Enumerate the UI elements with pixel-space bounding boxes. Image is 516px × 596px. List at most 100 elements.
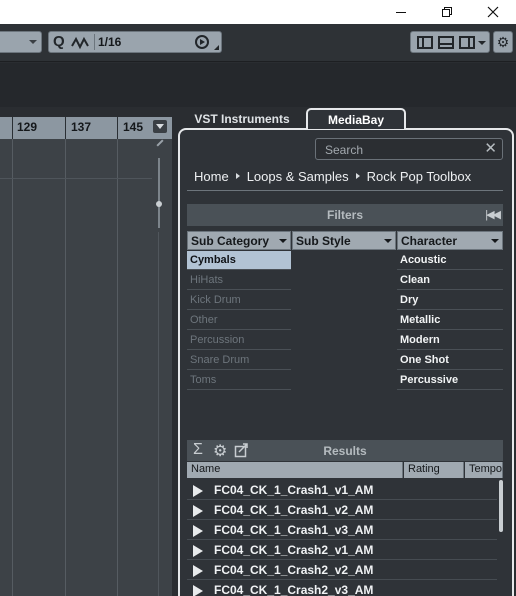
result-name: FC04_CK_1_Crash1_v1_AM xyxy=(214,483,374,497)
quantize-value[interactable]: 1/16 xyxy=(98,35,121,49)
search-field[interactable]: Search ✕ xyxy=(315,138,503,160)
filter-column-character[interactable]: Character xyxy=(397,231,503,250)
filters-title: Filters xyxy=(326,208,363,222)
track-divider xyxy=(0,178,152,179)
column-label: Rating xyxy=(408,463,440,475)
filter-item[interactable]: Acoustic xyxy=(397,251,503,270)
result-name: FC04_CK_1_Crash2_v3_AM xyxy=(214,583,374,596)
play-icon[interactable] xyxy=(193,525,203,537)
window-titlebar xyxy=(0,0,516,24)
corner-menu-icon[interactable] xyxy=(214,45,219,50)
filter-item[interactable]: Clean xyxy=(397,271,503,290)
chevron-down-icon xyxy=(29,40,37,44)
close-icon xyxy=(487,6,499,18)
play-icon[interactable] xyxy=(193,565,203,577)
filter-column-sub-style[interactable]: Sub Style xyxy=(292,231,396,250)
filter-item[interactable]: Toms xyxy=(187,371,291,390)
filter-item[interactable]: Percussive xyxy=(397,371,503,390)
clear-search-icon[interactable]: ✕ xyxy=(484,141,497,156)
play-icon[interactable] xyxy=(193,505,203,517)
ruler-tick xyxy=(65,117,66,139)
filter-item[interactable]: Percussion xyxy=(187,331,291,350)
column-label: Tempo xyxy=(469,463,503,475)
chevron-down-icon[interactable] xyxy=(478,41,486,45)
vertical-scroll-track[interactable] xyxy=(158,232,159,596)
chevron-right-icon xyxy=(235,173,240,179)
breadcrumb-home[interactable]: Home xyxy=(194,169,229,184)
filter-item[interactable]: HiHats xyxy=(187,271,291,290)
filter-item[interactable]: Snare Drum xyxy=(187,351,291,370)
minimize-icon xyxy=(396,12,406,13)
close-button[interactable] xyxy=(470,0,516,24)
filter-column-sub-category[interactable]: Sub Category xyxy=(187,231,291,250)
quantize-apply-icon[interactable] xyxy=(195,35,209,49)
result-row[interactable]: FC04_CK_1_Crash2_v3_AM xyxy=(187,580,497,596)
ruler-tick xyxy=(12,117,13,139)
column-label: Sub Style xyxy=(296,234,351,248)
filter-item[interactable]: Kick Drum xyxy=(187,291,291,310)
play-icon[interactable] xyxy=(193,485,203,497)
ruler-tick xyxy=(117,117,118,139)
divider xyxy=(94,34,95,50)
result-name: FC04_CK_1_Crash2_v1_AM xyxy=(214,543,374,557)
search-placeholder: Search xyxy=(325,143,364,157)
result-row[interactable]: FC04_CK_1_Crash1_v3_AM xyxy=(187,520,497,540)
event-display[interactable] xyxy=(0,139,172,596)
iterative-quantize-icon[interactable] xyxy=(71,36,91,50)
zoom-slider-track[interactable] xyxy=(158,158,160,228)
column-label: Sub Category xyxy=(191,234,270,248)
result-name: FC04_CK_1_Crash1_v2_AM xyxy=(214,503,374,517)
zoom-slider-handle[interactable] xyxy=(156,201,162,207)
results-title: Results xyxy=(323,444,367,458)
ruler-label: 129 xyxy=(17,120,38,134)
grid-line xyxy=(12,139,13,596)
column-label: Name xyxy=(191,463,221,475)
chevron-right-icon xyxy=(355,173,360,179)
toolbar-dropdown[interactable] xyxy=(0,31,42,53)
filter-item[interactable]: One Shot xyxy=(397,351,503,370)
results-column-tempo[interactable]: Tempo xyxy=(465,462,503,478)
reset-filters-icon[interactable]: |◀◀ xyxy=(485,208,501,221)
breadcrumb: Home Loops & Samples Rock Pop Toolbox xyxy=(194,168,471,184)
maximize-icon xyxy=(442,7,452,17)
result-row[interactable]: FC04_CK_1_Crash1_v1_AM xyxy=(187,480,497,500)
results-column-rating[interactable]: Rating xyxy=(404,462,464,478)
tab-mediabay[interactable]: MediaBay xyxy=(306,108,406,129)
right-zone-icon[interactable] xyxy=(459,36,475,49)
quantize-control[interactable]: Q 1/16 xyxy=(48,31,222,53)
breadcrumb-rock-pop-toolbox[interactable]: Rock Pop Toolbox xyxy=(367,169,472,184)
result-name: FC04_CK_1_Crash2_v2_AM xyxy=(214,563,374,577)
result-row[interactable]: FC04_CK_1_Crash2_v1_AM xyxy=(187,540,497,560)
grid-line xyxy=(65,139,66,596)
divider xyxy=(187,190,503,191)
timeline-ruler[interactable]: 129 137 145 xyxy=(0,117,172,139)
filter-item[interactable]: Other xyxy=(187,311,291,330)
filters-header[interactable]: Filters |◀◀ xyxy=(187,204,503,226)
result-row[interactable]: FC04_CK_1_Crash1_v2_AM xyxy=(187,500,497,520)
play-icon[interactable] xyxy=(193,585,203,596)
maximize-button[interactable] xyxy=(424,0,470,24)
result-name: FC04_CK_1_Crash1_v3_AM xyxy=(214,523,374,537)
results-column-name[interactable]: Name xyxy=(187,462,403,478)
lower-zone-icon[interactable] xyxy=(438,36,454,49)
result-row[interactable]: FC04_CK_1_Crash2_v2_AM xyxy=(187,560,497,580)
settings-button[interactable]: ⚙ xyxy=(493,31,513,53)
minimize-button[interactable] xyxy=(378,0,424,24)
column-label: Character xyxy=(401,234,458,248)
tab-vst-instruments[interactable]: VST Instruments xyxy=(180,108,304,129)
chevron-down-icon xyxy=(384,239,392,243)
results-scrollbar[interactable] xyxy=(499,480,503,532)
quantize-icon[interactable]: Q xyxy=(53,33,65,50)
left-zone-icon[interactable] xyxy=(417,36,433,49)
filter-item[interactable]: Metallic xyxy=(397,311,503,330)
filter-item[interactable]: Modern xyxy=(397,331,503,350)
play-icon[interactable] xyxy=(193,545,203,557)
filter-item[interactable]: Dry xyxy=(397,291,503,310)
info-band xyxy=(0,63,516,107)
ruler-menu-button[interactable] xyxy=(153,120,167,133)
breadcrumb-loops-samples[interactable]: Loops & Samples xyxy=(247,169,349,184)
chevron-down-icon xyxy=(279,239,287,243)
filter-item[interactable]: Cymbals xyxy=(187,251,291,270)
chevron-down-icon xyxy=(491,239,499,243)
grid-line xyxy=(117,139,118,596)
